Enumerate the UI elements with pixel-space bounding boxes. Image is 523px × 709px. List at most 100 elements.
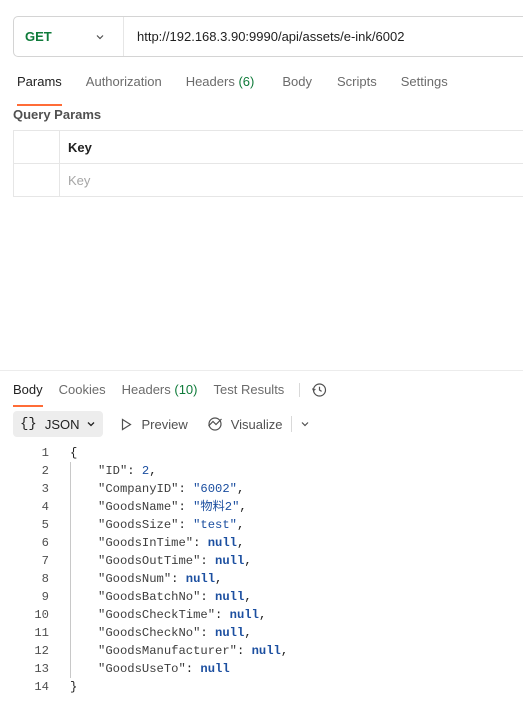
toolbar-separator [290,416,292,432]
json-value: null [207,536,237,550]
json-value: null [229,608,259,622]
code-line: 5 "GoodsSize": "test", [0,516,523,534]
line-content: "GoodsInTime": null, [49,534,244,552]
indent-guide [70,660,98,678]
method-selector[interactable]: GET [14,17,124,56]
line-content: "GoodsCheckNo": null, [49,624,252,642]
code-line: 2 "ID": 2, [0,462,523,480]
visualize-icon [207,417,222,431]
line-number: 11 [34,626,49,640]
visualize-dropdown[interactable] [300,419,310,429]
code-line: 1{ [0,444,523,462]
visualize-button[interactable]: Visualize [207,416,283,432]
json-value: null [185,572,216,586]
headers-count: (6) [238,74,255,89]
code-line: 9 "GoodsBatchNo": null, [0,588,523,606]
line-content: "GoodsOutTime": null, [49,552,252,570]
json-value: null [215,626,245,640]
chevron-down-icon [301,422,308,427]
indent-guide [70,462,98,480]
json-value: null [215,590,245,604]
query-params-table: Key [13,130,523,197]
json-braces-icon: {} [20,416,37,432]
tab-body[interactable]: Body [282,68,312,102]
line-number: 9 [41,590,49,604]
line-number: 5 [41,518,49,532]
line-number: 7 [41,554,49,568]
line-content: "GoodsNum": null, [49,570,222,588]
pane-divider[interactable] [0,370,523,371]
json-key: "GoodsInTime" [98,536,194,550]
line-content: "CompanyID": "6002", [49,480,244,498]
line-number: 1 [41,446,49,460]
json-value: null [215,554,245,568]
table-header-row: Key [13,131,523,164]
format-selector[interactable]: {} JSON [13,411,104,437]
line-content: "GoodsManufacturer": null, [49,642,288,660]
code-line: 8 "GoodsNum": null, [0,570,523,588]
json-key: "ID" [98,464,128,478]
response-tabs: Body Cookies Headers (10) Test Results [0,376,328,407]
json-value: "物料2" [193,500,240,514]
tab-params[interactable]: Params [17,68,62,106]
response-tab-headers[interactable]: Headers (10) [122,378,198,402]
code-line: 11 "GoodsCheckNo": null, [0,624,523,642]
json-key: "CompanyID" [98,482,179,496]
json-value: "6002" [193,482,237,496]
line-number: 4 [41,500,49,514]
line-content: "GoodsSize": "test", [49,516,244,534]
indent-guide [70,624,98,642]
json-key: "GoodsBatchNo" [98,590,201,604]
indent-guide [70,480,98,498]
line-content: "GoodsName": "物料2", [49,498,247,516]
tab-scripts[interactable]: Scripts [337,68,377,102]
history-icon[interactable] [310,381,328,399]
indent-guide [70,642,98,660]
tab-headers[interactable]: Headers (6) [186,68,255,102]
key-column-header: Key [68,139,92,155]
json-key: "GoodsManufacturer" [98,644,237,658]
code-line: 10 "GoodsCheckTime": null, [0,606,523,624]
json-key: "GoodsSize" [98,518,179,532]
response-tab-test-results[interactable]: Test Results [214,378,285,402]
row-checkbox-cell [14,164,60,196]
line-content: "GoodsCheckTime": null, [49,606,266,624]
indent-guide [70,534,98,552]
response-body-viewer[interactable]: 1{2 "ID": 2, 3 "CompanyID": "6002", 4 "GoodsN… [0,444,523,696]
json-value: null [251,644,281,658]
query-params-title: Query Params [13,107,102,122]
json-value: "test" [193,518,237,532]
line-content: { [70,446,78,460]
indent-guide [70,588,98,606]
line-content: "GoodsBatchNo": null, [49,588,252,606]
code-line: 12 "GoodsManufacturer": null, [0,642,523,660]
code-line: 4 "GoodsName": "物料2", [0,498,523,516]
response-tab-body[interactable]: Body [13,378,43,407]
line-number: 13 [34,662,49,676]
tab-settings[interactable]: Settings [401,68,448,102]
request-url-bar: GET [13,16,523,57]
indent-guide [70,498,98,516]
response-tab-cookies[interactable]: Cookies [59,378,106,402]
tab-authorization[interactable]: Authorization [86,68,162,102]
key-input[interactable] [68,172,523,188]
line-number: 3 [41,482,49,496]
tabs-separator [299,383,301,397]
json-key: "GoodsOutTime" [98,554,201,568]
code-line: 3 "CompanyID": "6002", [0,480,523,498]
chevron-down-icon [88,422,95,427]
json-key: "GoodsNum" [98,572,172,586]
preview-button[interactable]: Preview [120,417,188,432]
play-icon [122,417,133,431]
url-input[interactable] [124,17,523,56]
indent-guide [70,552,98,570]
line-number: 12 [34,644,49,658]
table-row [13,164,523,197]
line-content: "ID": 2, [49,462,157,480]
line-number: 14 [34,680,49,694]
code-line: 7 "GoodsOutTime": null, [0,552,523,570]
json-key: "GoodsUseTo" [98,662,186,676]
chevron-down-icon [96,34,104,39]
line-number: 10 [34,608,49,622]
json-key: "GoodsCheckTime" [98,608,216,622]
